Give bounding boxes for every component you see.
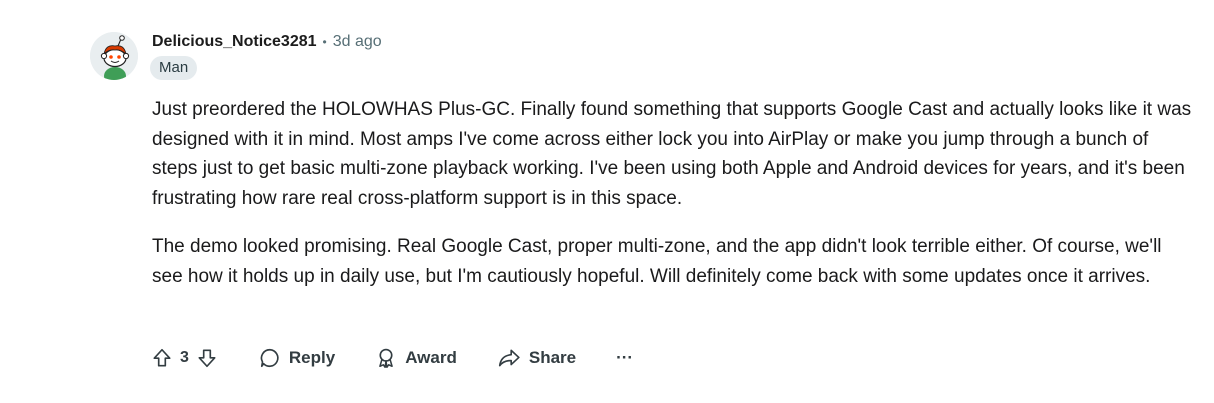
separator-dot: • [322,35,327,49]
comment-action-bar: 3 Reply Award Share ··· [146,340,639,376]
username-link[interactable]: Delicious_Notice3281 [152,33,317,51]
award-ribbon-icon [379,348,394,369]
more-options-button[interactable]: ··· [610,340,639,376]
ellipsis-icon: ··· [616,348,634,367]
share-button[interactable]: Share [487,340,586,376]
avatar[interactable] [90,32,138,80]
user-flair: Man [150,56,198,80]
award-button[interactable]: Award [365,340,467,376]
award-label: Award [405,348,457,367]
comment-paragraph: The demo looked promising. Real Google C… [152,236,1162,287]
timestamp[interactable]: 3d ago [333,33,382,51]
comment-header: Delicious_Notice3281 • 3d ago [152,30,382,54]
vote-score: 3 [180,349,189,366]
comment: Delicious_Notice3281 • 3d ago Man Just p… [0,0,1214,403]
reply-label: Reply [288,348,336,367]
upvote-button[interactable] [146,342,178,374]
share-arrow-icon [498,349,520,367]
snoo-avatar-icon [90,32,138,80]
reply-button[interactable]: Reply [249,340,345,376]
comment-paragraph: Just preordered the HOLOWHAS Plus-GC. Fi… [152,99,1192,209]
speech-bubble-icon [260,348,279,368]
downvote-button[interactable] [191,342,223,374]
upvote-icon [153,348,171,367]
downvote-icon [198,349,216,368]
comment-body: Just preordered the HOLOWHAS Plus-GC. Fi… [152,95,1192,310]
share-label: Share [528,348,577,367]
vote-controls: 3 [146,340,223,376]
